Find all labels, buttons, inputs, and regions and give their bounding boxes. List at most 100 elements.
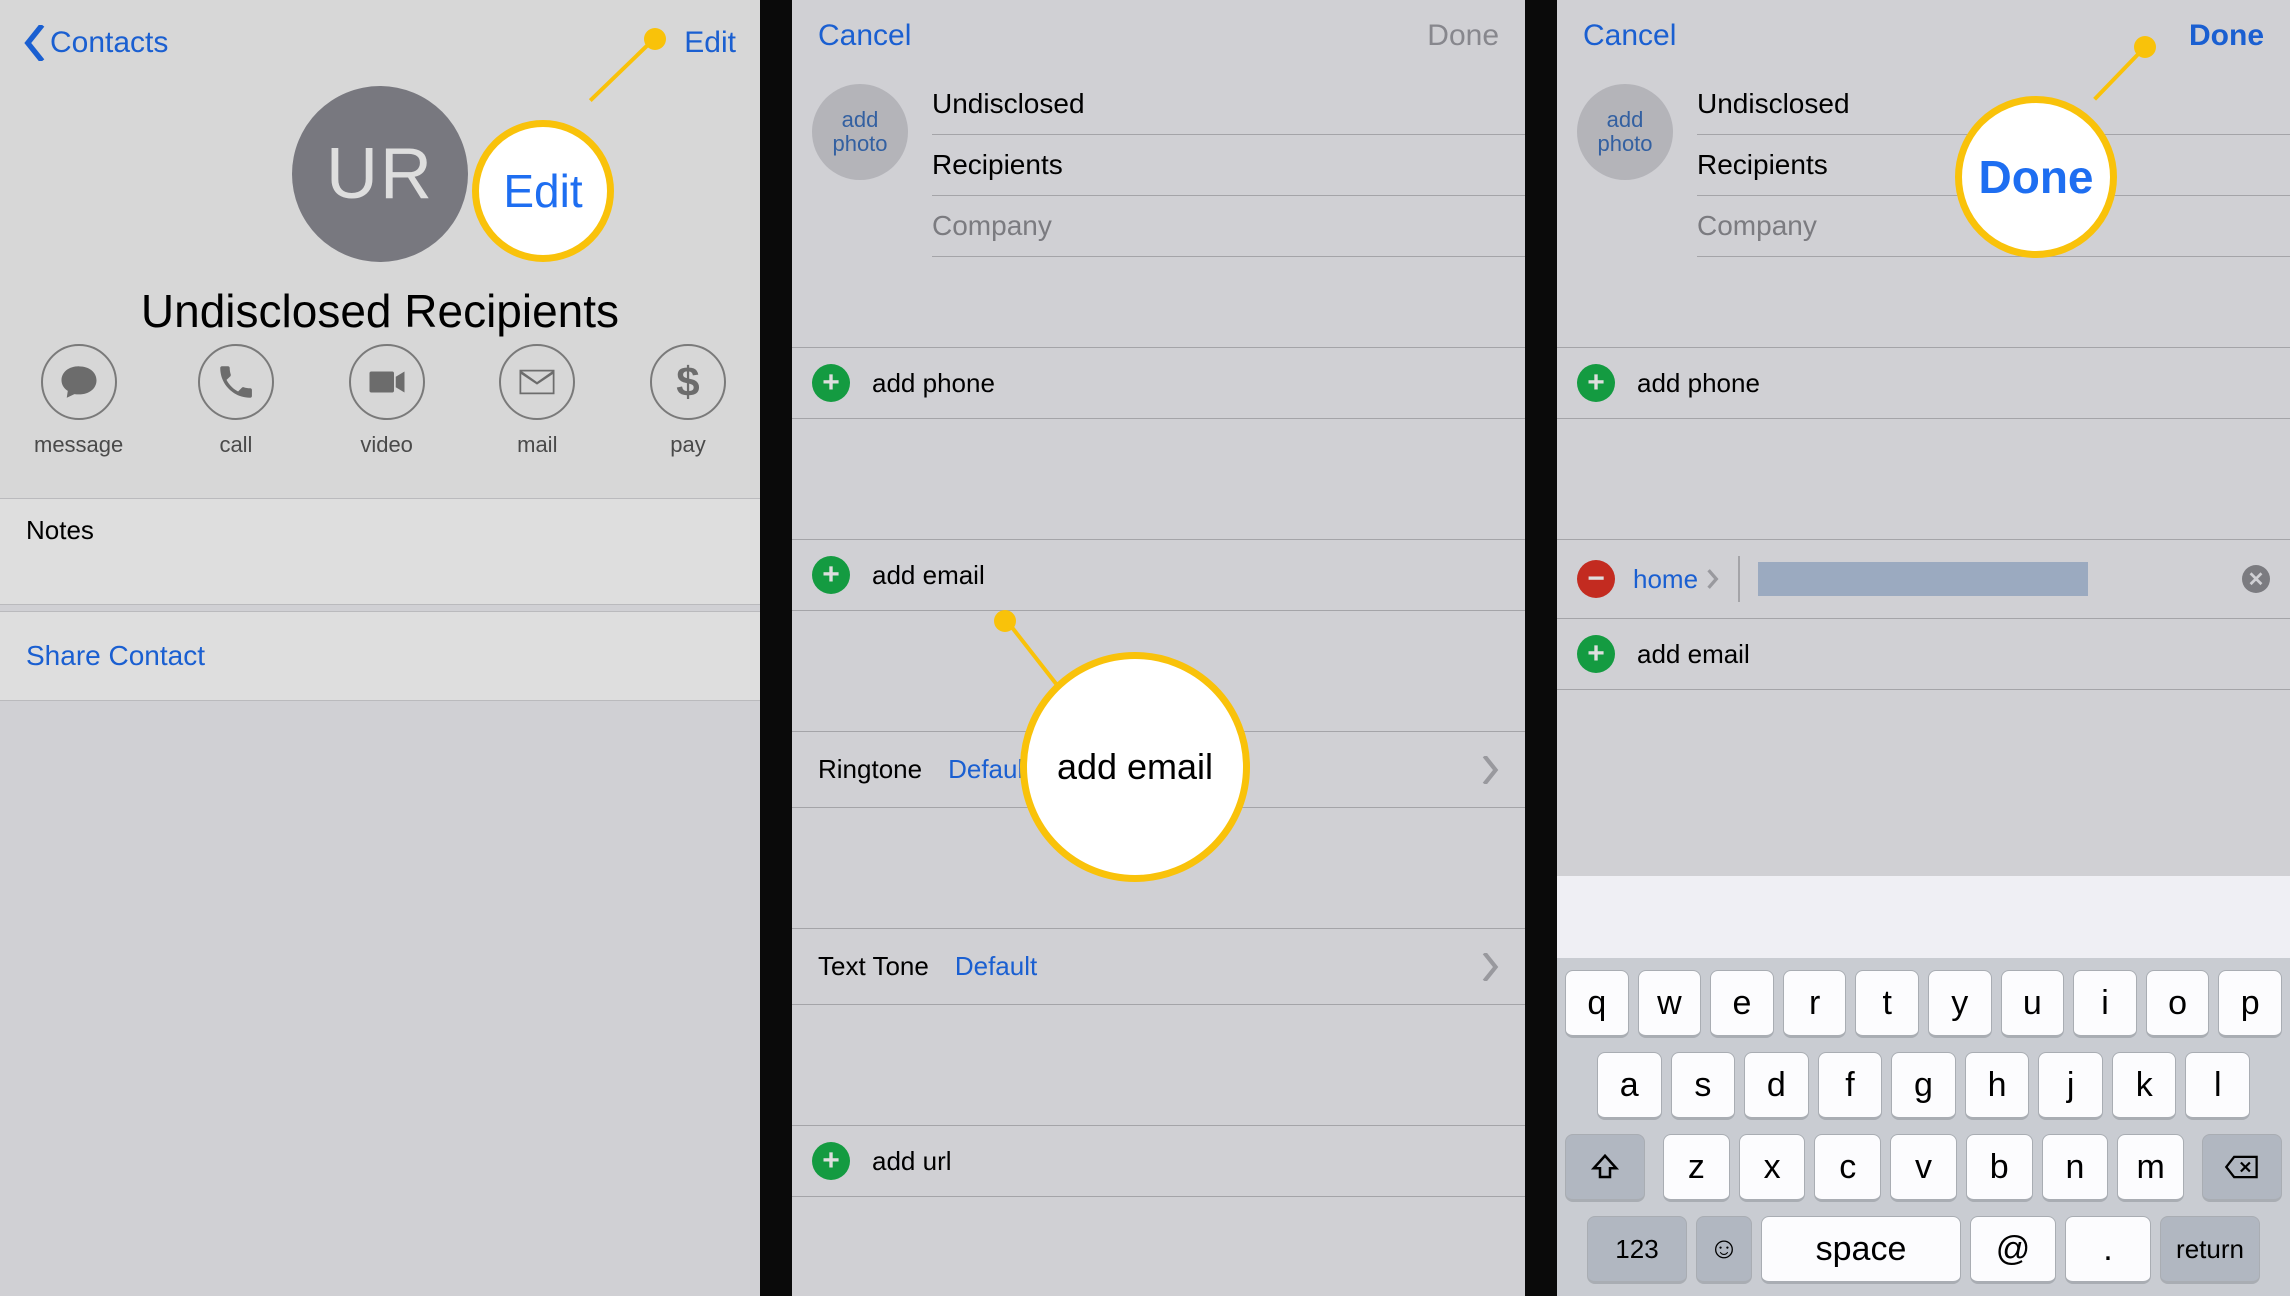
plus-icon: +	[812, 1142, 850, 1180]
key-a[interactable]: a	[1597, 1052, 1662, 1120]
done-button[interactable]: Done	[1427, 19, 1499, 53]
key-j[interactable]: j	[2038, 1052, 2103, 1120]
key-x[interactable]: x	[1739, 1134, 1806, 1202]
chevron-right-icon	[1481, 756, 1499, 784]
vertical-divider	[1738, 556, 1740, 602]
cancel-button[interactable]: Cancel	[818, 19, 911, 53]
minus-icon[interactable]: −	[1577, 560, 1615, 598]
dollar-icon: $	[676, 358, 699, 406]
action-label: video	[360, 432, 413, 458]
share-contact-row[interactable]: Share Contact	[0, 611, 760, 701]
contact-view-screen: Contacts Edit UR Undisclosed Recipients …	[0, 0, 760, 1296]
callout-done: Done	[1979, 150, 2094, 204]
text-tone-row[interactable]: Text Tone Default	[792, 928, 1525, 1005]
email-row[interactable]: − home ✕	[1557, 539, 2290, 619]
email-input-selection[interactable]	[1758, 562, 2088, 596]
key-c[interactable]: c	[1814, 1134, 1881, 1202]
emoji-key[interactable]: ☺	[1696, 1216, 1752, 1284]
plus-icon: +	[1577, 364, 1615, 402]
first-name-field[interactable]: Undisclosed	[932, 74, 1525, 135]
return-key[interactable]: return	[2160, 1216, 2260, 1284]
plus-icon: +	[812, 364, 850, 402]
share-label: Share Contact	[26, 640, 205, 671]
key-i[interactable]: i	[2073, 970, 2137, 1038]
keyboard: qwertyuiop asdfghjkl zxcvbnm 123 ☺ space…	[1557, 958, 2290, 1296]
email-type-picker[interactable]: home	[1633, 564, 1720, 595]
video-icon	[366, 361, 408, 403]
edit-button[interactable]: Edit	[684, 26, 736, 60]
add-email-row[interactable]: + add email	[792, 540, 1525, 611]
add-email-row[interactable]: + add email	[1557, 619, 2290, 690]
mail-button[interactable]: mail	[499, 344, 575, 458]
notes-label: Notes	[26, 515, 94, 545]
cancel-button[interactable]: Cancel	[1583, 19, 1676, 53]
chevron-left-icon	[24, 25, 46, 61]
message-button[interactable]: message	[34, 344, 123, 458]
add-phone-row[interactable]: + add phone	[792, 348, 1525, 419]
avatar-initials: UR	[326, 133, 434, 215]
add-phone-row[interactable]: + add phone	[1557, 348, 2290, 419]
chevron-right-icon	[1481, 953, 1499, 981]
texttone-label: Text Tone	[818, 951, 929, 982]
plus-icon: +	[812, 556, 850, 594]
video-button[interactable]: video	[349, 344, 425, 458]
notes-card[interactable]: Notes	[0, 498, 760, 605]
action-label: pay	[670, 432, 705, 458]
key-m[interactable]: m	[2117, 1134, 2184, 1202]
pay-button[interactable]: $ pay	[650, 344, 726, 458]
key-k[interactable]: k	[2112, 1052, 2177, 1120]
ringtone-label: Ringtone	[818, 754, 922, 785]
add-phone-label: add phone	[872, 368, 995, 399]
add-photo-label: add photo	[812, 108, 908, 156]
company-field[interactable]: Company	[932, 196, 1525, 257]
key-q[interactable]: q	[1565, 970, 1629, 1038]
at-key[interactable]: @	[1970, 1216, 2056, 1284]
key-s[interactable]: s	[1671, 1052, 1736, 1120]
mail-icon	[516, 361, 558, 403]
key-n[interactable]: n	[2042, 1134, 2109, 1202]
key-r[interactable]: r	[1783, 970, 1847, 1038]
clear-icon[interactable]: ✕	[2242, 565, 2270, 593]
add-photo-button[interactable]: add photo	[1577, 84, 1673, 180]
key-y[interactable]: y	[1928, 970, 1992, 1038]
callout-add-email: add email	[1057, 746, 1213, 788]
key-f[interactable]: f	[1818, 1052, 1883, 1120]
key-u[interactable]: u	[2001, 970, 2065, 1038]
space-key[interactable]: space	[1761, 1216, 1961, 1284]
add-url-label: add url	[872, 1146, 952, 1177]
back-button[interactable]: Contacts	[24, 25, 168, 61]
message-icon	[58, 361, 100, 403]
key-o[interactable]: o	[2146, 970, 2210, 1038]
backspace-icon	[2224, 1153, 2260, 1181]
backspace-key[interactable]	[2202, 1134, 2282, 1202]
shift-icon	[1590, 1152, 1620, 1182]
key-w[interactable]: w	[1638, 970, 1702, 1038]
key-p[interactable]: p	[2218, 970, 2282, 1038]
add-url-row[interactable]: + add url	[792, 1126, 1525, 1197]
nav-bar: Cancel Done	[792, 0, 1525, 72]
numbers-key[interactable]: 123	[1587, 1216, 1687, 1284]
done-button[interactable]: Done	[2189, 19, 2264, 53]
chevron-right-icon	[1706, 568, 1720, 590]
key-l[interactable]: l	[2185, 1052, 2250, 1120]
key-d[interactable]: d	[1744, 1052, 1809, 1120]
add-photo-button[interactable]: add photo	[812, 84, 908, 180]
key-z[interactable]: z	[1663, 1134, 1730, 1202]
key-v[interactable]: v	[1890, 1134, 1957, 1202]
key-e[interactable]: e	[1710, 970, 1774, 1038]
key-b[interactable]: b	[1966, 1134, 2033, 1202]
texttone-value: Default	[955, 951, 1481, 982]
key-g[interactable]: g	[1891, 1052, 1956, 1120]
shift-key[interactable]	[1565, 1134, 1645, 1202]
key-t[interactable]: t	[1855, 970, 1919, 1038]
call-button[interactable]: call	[198, 344, 274, 458]
edit-contact-screen: Cancel Done add photo Undisclosed Recipi…	[792, 0, 1525, 1296]
add-phone-label: add phone	[1637, 368, 1760, 399]
key-h[interactable]: h	[1965, 1052, 2030, 1120]
last-name-field[interactable]: Recipients	[932, 135, 1525, 196]
dot-key[interactable]: .	[2065, 1216, 2151, 1284]
action-label: mail	[517, 432, 557, 458]
back-label: Contacts	[50, 26, 168, 60]
phone-icon	[215, 361, 257, 403]
add-email-label: add email	[872, 560, 985, 591]
